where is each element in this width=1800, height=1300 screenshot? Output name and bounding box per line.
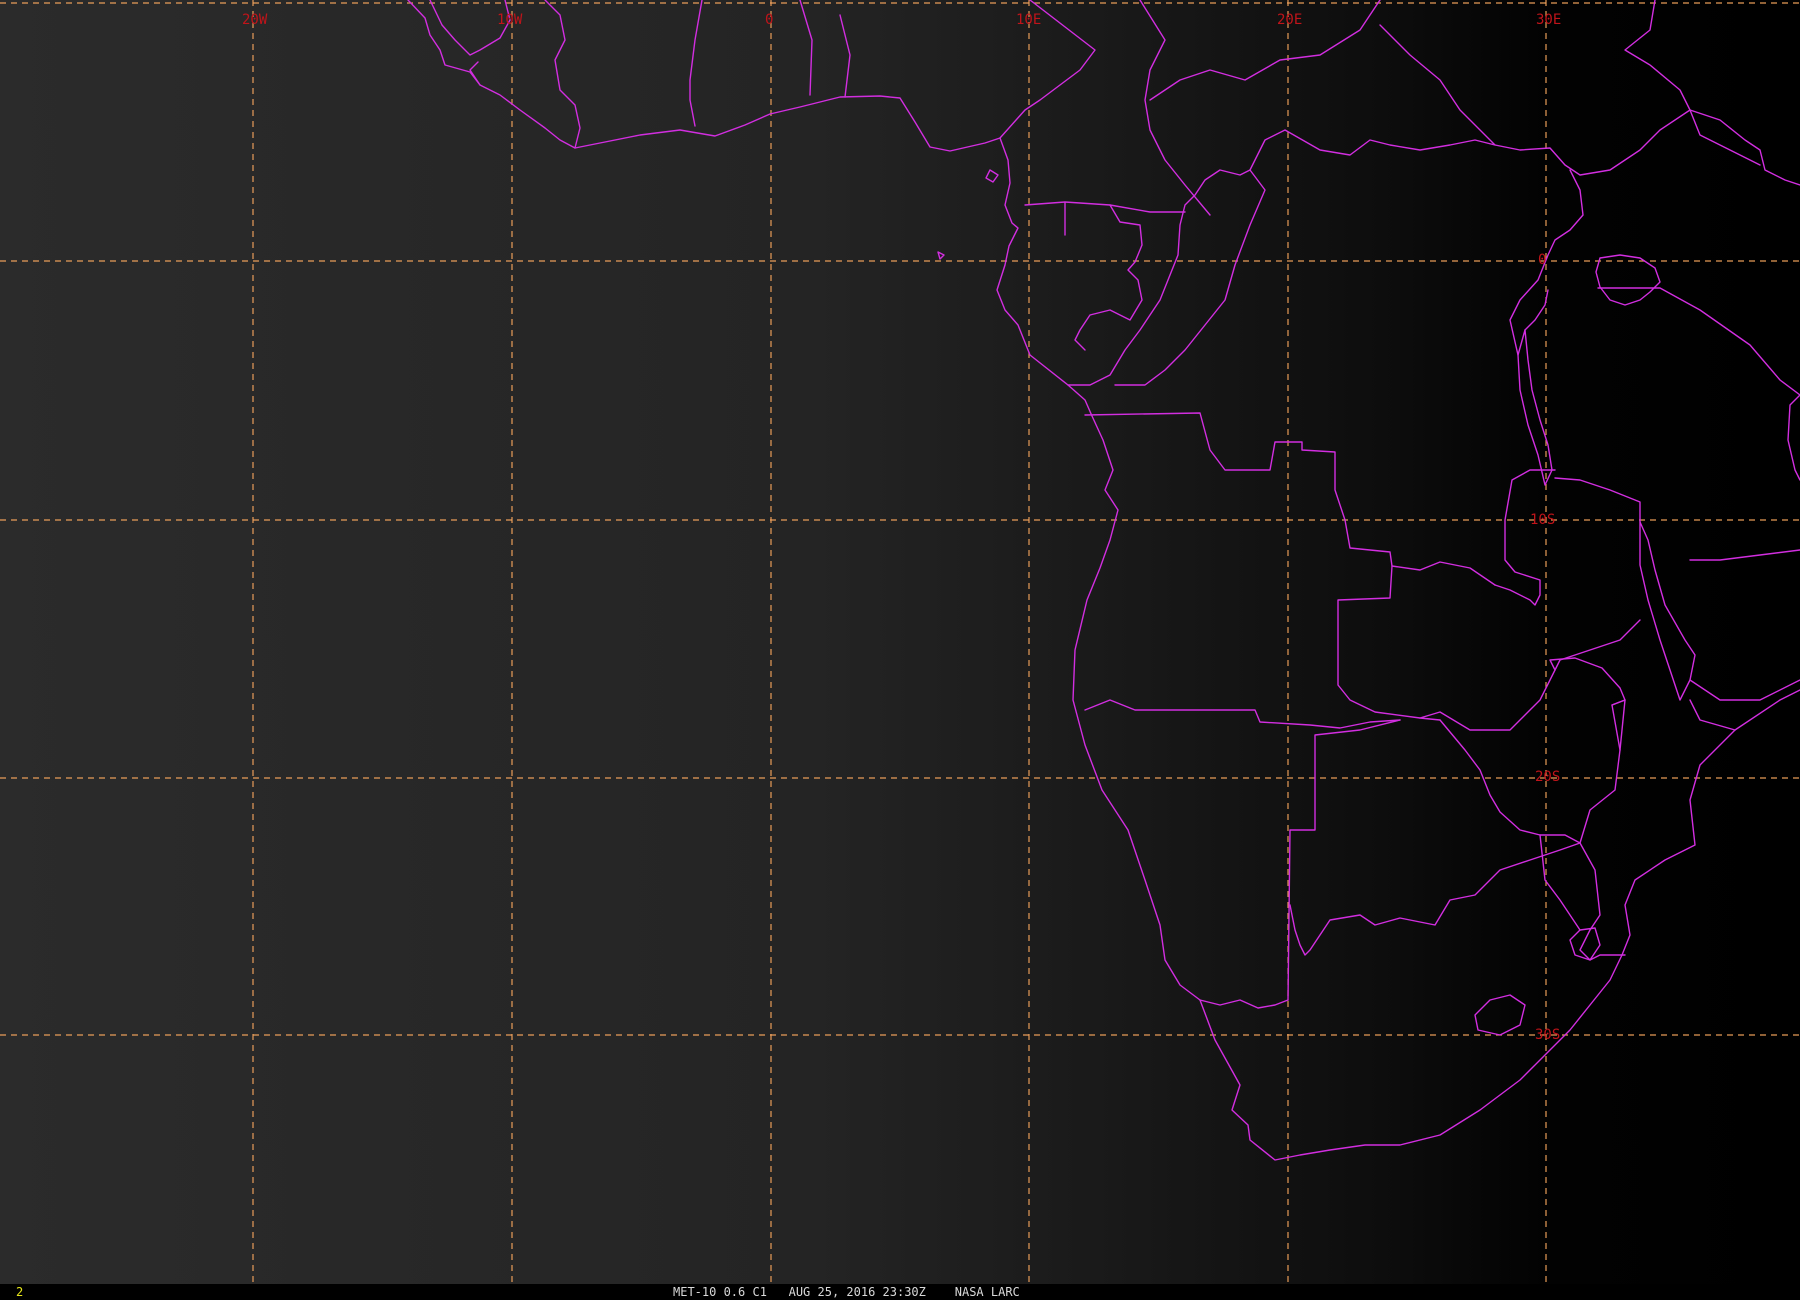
lon-label-10e: 10E [1016,12,1041,28]
lon-label-30e: 30E [1536,12,1561,28]
image-caption: MET-10 0.6 C1 AUG 25, 2016 23:30Z NASA L… [673,1285,1020,1299]
frame-number: 2 [16,1285,24,1299]
lon-label-0: 0 [765,12,773,28]
satellite-image-viewer[interactable]: 20W 10W 0 10E 20E 30E 0 10S 20S 30S 2 ME… [0,0,1800,1300]
lon-label-20w: 20W [242,12,268,28]
status-bar: 2 MET-10 0.6 C1 AUG 25, 2016 23:30Z NASA… [0,1284,1800,1300]
lon-label-20e: 20E [1277,12,1302,28]
lat-label-30s: 30S [1535,1027,1560,1043]
lat-label-20s: 20S [1535,769,1560,785]
lat-label-0: 0 [1538,252,1546,268]
image-background [0,0,1800,1284]
satellite-map[interactable]: 20W 10W 0 10E 20E 30E 0 10S 20S 30S [0,0,1800,1300]
lat-label-10s: 10S [1530,512,1555,528]
lon-label-10w: 10W [497,12,523,28]
